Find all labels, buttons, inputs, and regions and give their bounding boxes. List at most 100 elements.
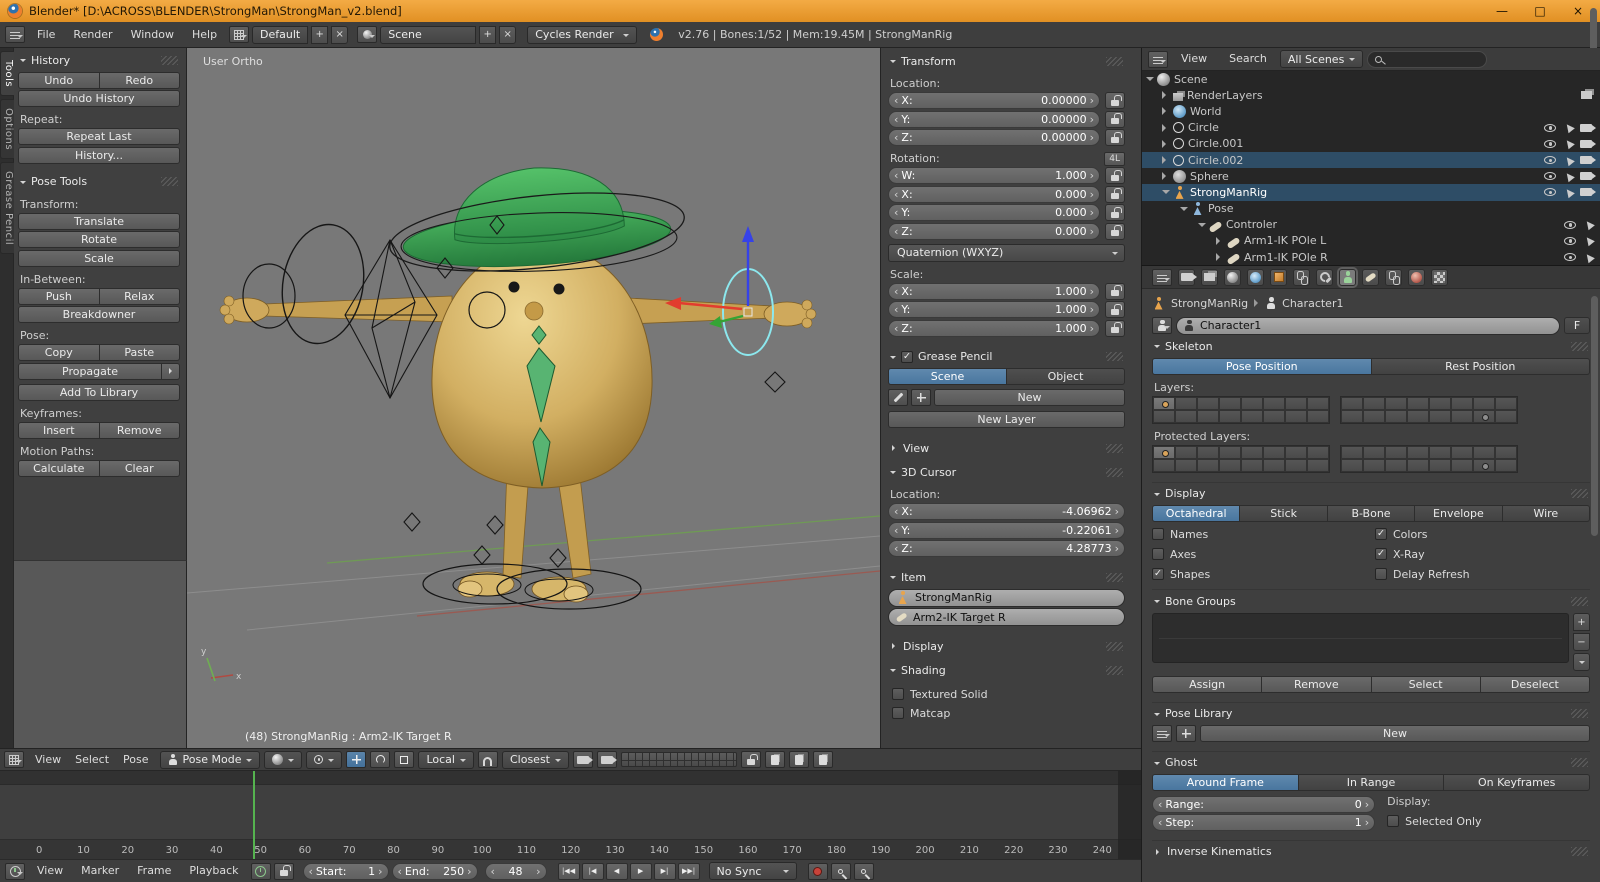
protected-layer-cell[interactable] (1473, 458, 1495, 472)
paste-flipped-pose-icon[interactable] (813, 751, 833, 768)
bone-groups-list[interactable] (1152, 613, 1569, 663)
ghost-on-keyframes-button[interactable]: On Keyframes (1444, 774, 1591, 791)
visibility-toggle-icon[interactable] (1544, 156, 1556, 165)
panel-grip-icon[interactable] (1571, 709, 1588, 718)
timeline-menu[interactable]: Frame (128, 860, 180, 882)
location-z-field[interactable]: Z:0.00000 (888, 129, 1100, 146)
rotation-x-field[interactable]: X:0.000 (888, 185, 1100, 203)
visibility-toggle-icon[interactable] (1544, 188, 1556, 197)
panel-grip-icon[interactable] (1571, 758, 1588, 767)
gp-scene-button[interactable]: Scene (888, 368, 1007, 385)
undo-button[interactable]: Undo (18, 71, 100, 89)
outliner-row-strongmanrig[interactable]: StrongManRig (1142, 183, 1600, 201)
tab-armature-data-icon[interactable] (1339, 268, 1356, 286)
scale-y-field[interactable]: Y:1.000 (888, 301, 1100, 318)
calculate-paths-button[interactable]: Calculate (18, 459, 100, 477)
gp-new-layer-button[interactable]: New Layer (888, 411, 1125, 428)
viewport-shading-select[interactable] (264, 750, 303, 769)
armature-layer-cell[interactable] (1495, 409, 1517, 423)
pose-library-browse-icon[interactable] (1152, 725, 1172, 742)
armature-layer-cell[interactable] (1385, 396, 1407, 410)
outliner-scope-select[interactable]: All Scenes (1279, 50, 1364, 68)
outliner-row-renderlayers[interactable]: RenderLayers (1142, 87, 1600, 103)
transport-button[interactable]: ◀ (605, 862, 628, 880)
current-frame-field[interactable]: 48 (484, 862, 547, 880)
bone-name-field[interactable]: Arm2-IK Target R (888, 608, 1125, 626)
gp-object-button[interactable]: Object (1007, 368, 1125, 385)
visibility-toggle-icon[interactable] (1564, 236, 1576, 245)
protected-layer-cell[interactable] (1341, 458, 1363, 472)
panel-3d-cursor-header[interactable]: 3D Cursor (888, 462, 1125, 482)
lock-icon[interactable] (1105, 110, 1125, 128)
frame-end-field[interactable]: End:250 (391, 862, 478, 880)
protected-layer-cell[interactable] (1263, 445, 1285, 459)
timeline-menu[interactable]: View (28, 860, 72, 882)
expand-icon[interactable] (1162, 172, 1170, 181)
gp-add-icon[interactable] (911, 389, 931, 406)
expand-icon[interactable] (1162, 190, 1170, 198)
scale-button[interactable]: Scale (18, 249, 180, 267)
viewport-3d[interactable]: User Ortho (48) StrongManRig : Arm2-IK T… (187, 48, 880, 748)
transport-button[interactable]: ▶ (629, 862, 652, 880)
editor-type-info-icon[interactable] (5, 26, 25, 43)
outliner-row-circle[interactable]: Circle (1142, 118, 1600, 136)
screen-layout-select[interactable]: Default (252, 25, 309, 44)
scene-select[interactable]: Scene (380, 25, 477, 44)
visibility-toggle-icon[interactable] (1544, 172, 1556, 181)
lock-time-icon[interactable] (273, 862, 294, 880)
protected-layer-cell[interactable] (1285, 458, 1307, 472)
expand-icon[interactable] (1198, 222, 1206, 231)
repeat-last-button[interactable]: Repeat Last (18, 128, 180, 145)
tool-shelf-tab[interactable]: Options (0, 99, 14, 160)
add-pose-library-icon[interactable] (1176, 725, 1196, 742)
insert-keyframe-button[interactable]: Insert (18, 421, 100, 439)
panel-display-header[interactable]: Display (888, 636, 1125, 656)
xray-checkbox[interactable]: X-Ray (1375, 546, 1590, 562)
selectability-toggle-icon[interactable] (1561, 167, 1575, 182)
panel-grip-icon[interactable] (1571, 596, 1588, 606)
snap-magnet-icon[interactable] (477, 751, 498, 768)
rotation-mode-select[interactable]: Quaternion (WXYZ) (888, 243, 1125, 262)
redo-button[interactable]: Redo (99, 71, 180, 89)
ghost-step-field[interactable]: Step:1 (1152, 814, 1376, 831)
protected-layer-cell[interactable] (1197, 445, 1219, 459)
armature-layer-cell[interactable] (1363, 409, 1385, 423)
history-menu-button[interactable]: History... (18, 146, 180, 164)
armature-layer-cell[interactable] (1407, 409, 1429, 423)
protected-layer-cell[interactable] (1407, 445, 1429, 459)
protected-layer-cell[interactable] (1197, 458, 1219, 472)
protected-layer-cell[interactable] (1429, 458, 1451, 472)
armature-layer-cell[interactable] (1473, 409, 1495, 423)
close-button[interactable]: × (1564, 0, 1592, 22)
transform-orientation-select[interactable]: Local (418, 750, 474, 769)
panel-grip-icon[interactable] (161, 177, 178, 186)
push-button[interactable]: Push (18, 287, 100, 305)
lock-camera-icon[interactable] (741, 751, 761, 768)
protected-layer-cell[interactable] (1385, 458, 1407, 472)
timeline-track-area[interactable] (0, 785, 1141, 839)
selectability-toggle-icon[interactable] (1561, 118, 1575, 134)
outliner-row-controler[interactable]: Controler (1142, 216, 1600, 233)
timeline-menu[interactable]: Marker (72, 860, 128, 882)
menubar-menu[interactable]: File (28, 24, 64, 46)
armature-layer-cell[interactable] (1307, 396, 1329, 410)
pivot-point-select[interactable] (306, 750, 343, 769)
paste-pose-icon[interactable] (789, 751, 809, 768)
object-name-field[interactable]: StrongManRig (888, 588, 1125, 607)
outliner-row-scene[interactable]: Scene (1142, 71, 1600, 87)
expand-icon[interactable] (1180, 206, 1188, 215)
remove-button[interactable]: Remove (1262, 676, 1372, 693)
protected-layer-cell[interactable] (1407, 458, 1429, 472)
display-envelope-button[interactable]: Envelope (1415, 505, 1503, 522)
tab-bone-constraints-icon[interactable] (1385, 268, 1402, 286)
mode-select[interactable]: Pose Mode (159, 750, 261, 769)
selected-only-checkbox[interactable]: Selected Only (1387, 813, 1590, 829)
panel-grip-icon[interactable] (1106, 641, 1123, 651)
protected-layer-cell[interactable] (1219, 458, 1241, 472)
paste-pose-button[interactable]: Paste (99, 344, 180, 361)
armature-layer-cell[interactable] (1341, 396, 1363, 410)
renderability-toggle-icon[interactable] (1580, 139, 1596, 148)
lock-icon[interactable] (1105, 319, 1125, 337)
panel-shading-header[interactable]: Shading (888, 660, 1125, 680)
armature-layer-cell[interactable] (1241, 409, 1263, 423)
